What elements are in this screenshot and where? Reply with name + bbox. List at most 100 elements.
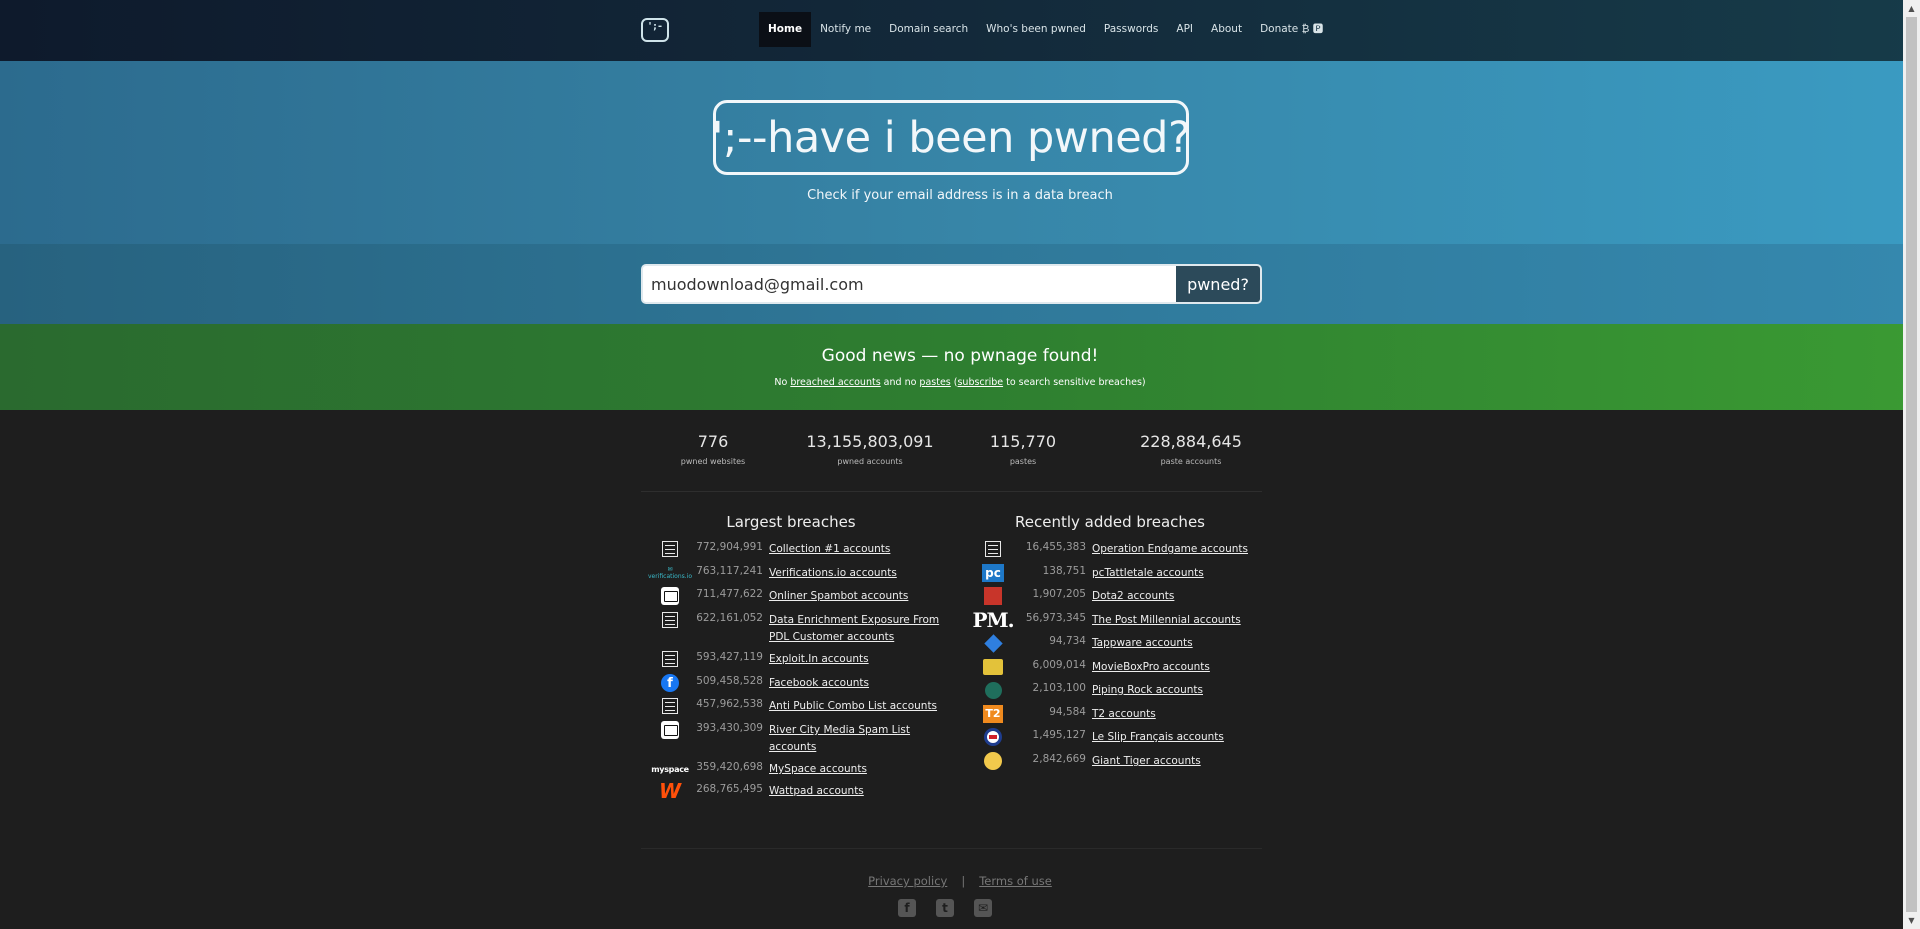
- doc-icon: [657, 610, 683, 630]
- doc-icon: [657, 539, 683, 559]
- stat-pastes: 115,770 pastes: [983, 432, 1063, 466]
- pwned-search-button[interactable]: pwned?: [1176, 266, 1260, 302]
- breach-link-t2-accounts[interactable]: T2 accounts: [1092, 706, 1272, 723]
- nav-passwords[interactable]: Passwords: [1095, 12, 1168, 47]
- breach-row: pc 138,751 pcTattletale accounts: [980, 563, 1290, 583]
- breach-row: myspace 359,420,698 MySpace accounts: [651, 759, 962, 779]
- pm-icon-part: PM.: [972, 608, 1014, 632]
- stat-value: 115,770: [989, 432, 1057, 451]
- breach-link-onliner-spambot-accounts[interactable]: Onliner Spambot accounts: [769, 588, 944, 605]
- breach-count: 593,427,119: [696, 651, 763, 663]
- facebook-icon-part: f: [661, 674, 679, 692]
- twitter-icon[interactable]: t: [936, 899, 954, 917]
- pc-icon-part: pc: [982, 564, 1004, 582]
- breach-link-giant-tiger-accounts[interactable]: Giant Tiger accounts: [1092, 753, 1272, 770]
- largest-breaches-title: Largest breaches: [726, 513, 856, 531]
- breach-count: 393,430,309: [696, 722, 763, 734]
- subscribe-link[interactable]: subscribe: [957, 377, 1003, 388]
- doc-icon: [980, 539, 1006, 559]
- breach-link-tappware-accounts[interactable]: Tappware accounts: [1092, 635, 1272, 652]
- stat-value: 13,155,803,091: [806, 432, 934, 451]
- pipingrock-icon: [980, 680, 1006, 700]
- breach-link-data-enrichment-exposure-from-pdl-customer-accounts[interactable]: Data Enrichment Exposure From PDL Custom…: [769, 612, 944, 646]
- nav-about[interactable]: About: [1202, 12, 1251, 47]
- terms-of-use-link[interactable]: Terms of use: [979, 874, 1052, 888]
- breach-link-collection-1-accounts[interactable]: Collection #1 accounts: [769, 541, 944, 558]
- breach-count: 94,584: [1049, 706, 1086, 718]
- privacy-policy-link[interactable]: Privacy policy: [868, 874, 947, 888]
- scroll-up-arrow-icon[interactable]: ▲: [1903, 0, 1920, 17]
- breach-row: 16,455,383 Operation Endgame accounts: [980, 539, 1290, 559]
- stat-pwned-websites: 776 pwned websites: [678, 432, 748, 466]
- breach-link-the-post-millennial-accounts[interactable]: The Post Millennial accounts: [1092, 612, 1272, 629]
- breach-row: 6,009,014 MovieBoxPro accounts: [980, 657, 1290, 677]
- facebook-icon[interactable]: f: [898, 899, 916, 917]
- doc-icon: [657, 649, 683, 669]
- breach-count: 2,842,669: [1032, 753, 1086, 765]
- scroll-down-arrow-icon[interactable]: ▼: [1903, 912, 1920, 929]
- doc-icon-part: [662, 651, 678, 667]
- moviebox-icon: [980, 657, 1006, 677]
- verifications-icon: ✉ verifications.io: [648, 563, 692, 583]
- breach-count: 94,734: [1049, 635, 1086, 647]
- pm-icon: PM.: [972, 608, 1014, 632]
- breach-link-myspace-accounts[interactable]: MySpace accounts: [769, 761, 944, 778]
- breach-link-piping-rock-accounts[interactable]: Piping Rock accounts: [1092, 682, 1272, 699]
- breach-link-dota2-accounts[interactable]: Dota2 accounts: [1092, 588, 1272, 605]
- myspace-icon-part: myspace: [651, 764, 689, 774]
- breach-row: W 268,765,495 Wattpad accounts: [657, 779, 962, 803]
- doc-icon-part: [662, 612, 678, 628]
- breach-count: 6,009,014: [1032, 659, 1086, 671]
- breach-link-operation-endgame-accounts[interactable]: Operation Endgame accounts: [1092, 541, 1272, 558]
- page-scrollbar[interactable]: ▲ ▼: [1903, 0, 1920, 929]
- search-result-banner: Good news — no pwnage found! No breached…: [0, 324, 1920, 410]
- email-search-input[interactable]: [643, 266, 1176, 302]
- nav-notify-me[interactable]: Notify me: [811, 12, 880, 47]
- doc-icon-part: [662, 541, 678, 557]
- nav-home[interactable]: Home: [759, 12, 812, 47]
- nav-donate[interactable]: Donate ₿ 🅿: [1251, 12, 1332, 47]
- envelope-icon: [657, 586, 683, 606]
- site-logo[interactable]: ';-: [641, 18, 669, 42]
- result-text-4: to search sensitive breaches): [1003, 377, 1146, 388]
- breach-row: f 509,458,528 Facebook accounts: [657, 673, 962, 693]
- stat-label: pwned accounts: [837, 457, 903, 466]
- stat-value: 228,884,645: [1140, 432, 1242, 451]
- search-section: pwned?: [0, 244, 1920, 324]
- pastes-link[interactable]: pastes: [919, 377, 950, 388]
- site-title: ';--have i been pwned?: [711, 112, 1191, 163]
- nav-whos-been-pwned[interactable]: Who's been pwned: [977, 12, 1095, 47]
- breach-count: 772,904,991: [696, 541, 763, 553]
- breach-link-verifications-io-accounts[interactable]: Verifications.io accounts: [769, 565, 944, 582]
- nav-api[interactable]: API: [1167, 12, 1202, 47]
- doc-icon: [657, 696, 683, 716]
- result-detail: No breached accounts and no pastes (subs…: [0, 377, 1920, 388]
- breach-link-exploit-in-accounts[interactable]: Exploit.In accounts: [769, 651, 944, 668]
- stat-pwned-accounts: 13,155,803,091 pwned accounts: [805, 432, 935, 466]
- email-icon[interactable]: ✉: [974, 899, 992, 917]
- dota-icon: [980, 586, 1006, 606]
- breach-link-pctattletale-accounts[interactable]: pcTattletale accounts: [1092, 565, 1272, 582]
- breach-count: 56,973,345: [1025, 612, 1086, 624]
- breach-row: PM. 56,973,345 The Post Millennial account…: [972, 608, 1290, 632]
- breach-count: 622,161,052: [696, 612, 763, 624]
- breached-accounts-link[interactable]: breached accounts: [790, 377, 880, 388]
- breach-link-river-city-media-spam-list-accounts[interactable]: River City Media Spam List accounts: [769, 722, 944, 756]
- nav-domain-search[interactable]: Domain search: [880, 12, 977, 47]
- breach-link-movieboxpro-accounts[interactable]: MovieBoxPro accounts: [1092, 659, 1272, 676]
- verifications-icon-part: ✉ verifications.io: [648, 566, 692, 580]
- t2-icon-part: T2: [983, 705, 1003, 723]
- recent-breaches-title: Recently added breaches: [1015, 513, 1205, 531]
- hero-tagline: Check if your email address is in a data…: [807, 188, 1113, 203]
- result-text-2: and no: [880, 377, 920, 388]
- breach-link-le-slip-fran-ais-accounts[interactable]: Le Slip Français accounts: [1092, 729, 1272, 746]
- breach-link-wattpad-accounts[interactable]: Wattpad accounts: [769, 783, 944, 800]
- breach-row: 772,904,991 Collection #1 accounts: [657, 539, 962, 559]
- site-title-box: ';--have i been pwned?: [711, 100, 1191, 175]
- breach-count: 509,458,528: [696, 675, 763, 687]
- scrollbar-thumb[interactable]: [1906, 17, 1917, 912]
- breach-link-anti-public-combo-list-accounts[interactable]: Anti Public Combo List accounts: [769, 698, 944, 715]
- stat-label: pwned websites: [680, 457, 746, 466]
- breach-link-facebook-accounts[interactable]: Facebook accounts: [769, 675, 944, 692]
- tappware-icon-part: [983, 633, 1003, 653]
